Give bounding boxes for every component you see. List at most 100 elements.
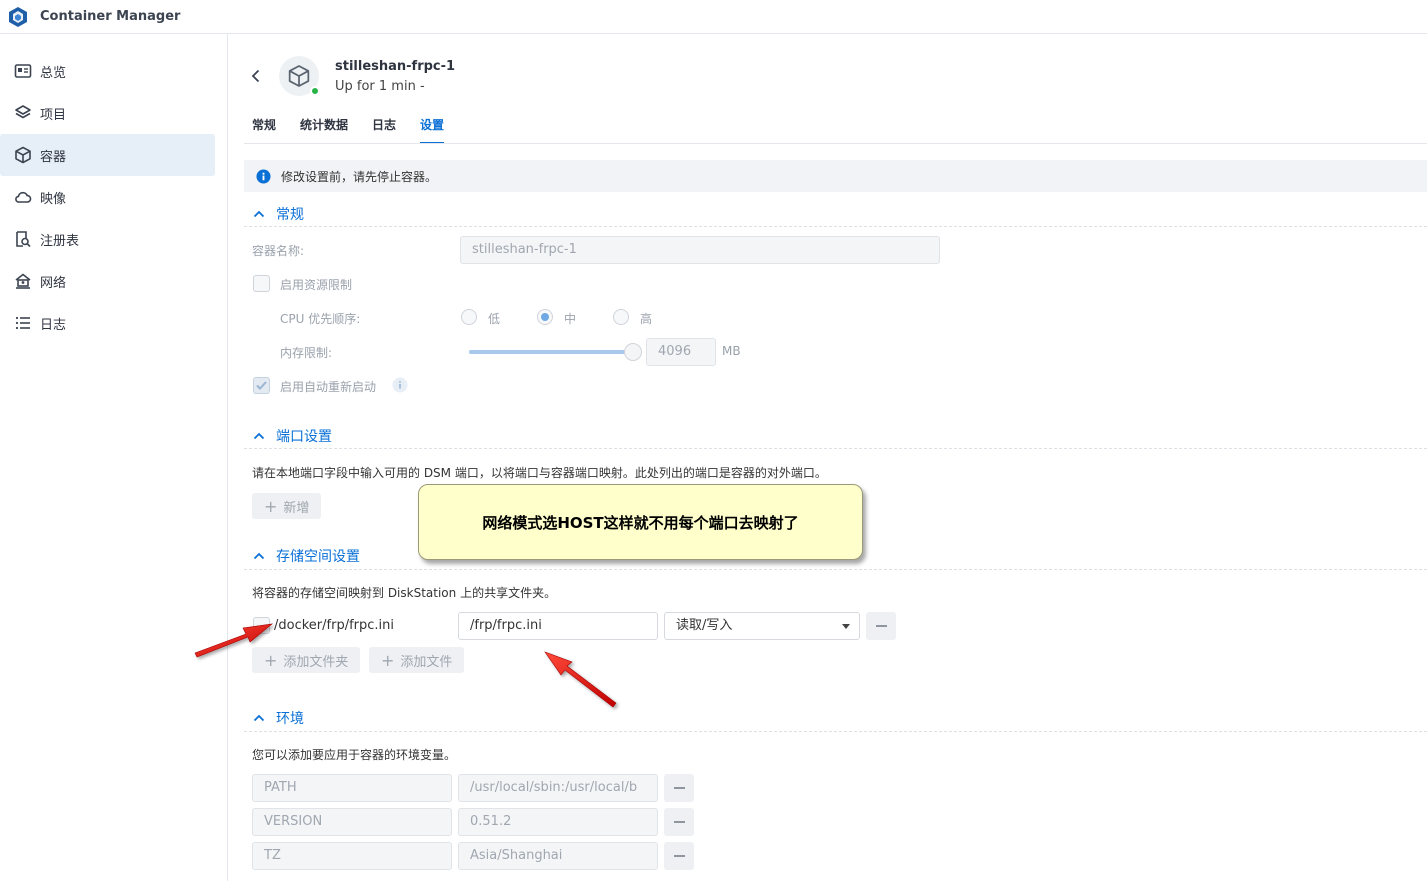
sidebar-item-label: 网络 (40, 275, 67, 291)
tab-divider (244, 143, 1427, 144)
remove-env-button[interactable] (664, 842, 694, 870)
cpu-option-high-label: 高 (640, 312, 653, 326)
add-file-label: 添加文件 (400, 654, 453, 670)
add-folder-button[interactable]: + 添加文件夹 (252, 647, 361, 673)
mount-mode-select[interactable]: 读取/写入 (664, 612, 860, 640)
remove-env-button[interactable] (664, 774, 694, 802)
section-divider (244, 448, 1427, 449)
container-path-input[interactable]: /frp/frpc.ini (458, 612, 658, 640)
overview-icon (14, 64, 32, 78)
sidebar-item-label: 容器 (40, 149, 67, 165)
sidebar: 总览 项目 容器 映像 注册表 网络 日志 (0, 34, 228, 881)
title-bar: Container Manager (0, 0, 1427, 34)
sidebar-item-label: 项目 (40, 107, 67, 123)
container-icon (15, 146, 31, 164)
sidebar-item-image[interactable]: 映像 (0, 176, 215, 218)
resource-limit-checkbox[interactable] (253, 275, 270, 292)
container-avatar (279, 56, 320, 96)
sidebar-item-label: 注册表 (40, 233, 80, 249)
section-ports-header[interactable]: 端口设置 (252, 426, 1427, 446)
sidebar-item-overview[interactable]: 总览 (0, 50, 215, 92)
host-path-text: /docker/frp/frpc.ini (274, 618, 394, 633)
env-value-input[interactable]: 0.51.2 (458, 808, 658, 836)
container-name: stilleshan-frpc-1 (335, 58, 456, 74)
running-status-dot (310, 86, 320, 96)
memory-slider[interactable] (469, 340, 642, 364)
sidebar-item-container[interactable]: 容器 (0, 134, 215, 176)
info-icon (256, 168, 271, 184)
section-title: 存储空间设置 (276, 549, 360, 565)
sidebar-item-registry[interactable]: 注册表 (0, 218, 215, 260)
sidebar-item-network[interactable]: 网络 (0, 260, 215, 302)
cpu-priority-high-radio[interactable] (613, 309, 629, 325)
memory-limit-label: 内存限制: (280, 346, 333, 360)
add-port-label: 新增 (283, 500, 310, 516)
mount-mode-value: 读取/写入 (676, 618, 733, 633)
checkmark-icon (256, 381, 267, 390)
section-title: 常规 (276, 207, 304, 223)
app-title: Container Manager (40, 9, 181, 24)
section-title: 端口设置 (276, 429, 332, 445)
annotation-callout: 网络模式选HOST这样就不用每个端口去映射了 (418, 484, 863, 560)
chevron-up-icon (253, 210, 265, 218)
network-house-icon (15, 273, 31, 289)
remove-storage-button[interactable] (866, 612, 896, 640)
registry-search-icon (16, 231, 31, 248)
plus-icon: + (264, 496, 278, 516)
section-general-header[interactable]: 常规 (252, 204, 1427, 224)
add-file-button[interactable]: + 添加文件 (369, 647, 465, 673)
cpu-priority-medium-radio[interactable] (537, 309, 553, 325)
memory-slider-thumb[interactable] (624, 343, 642, 361)
remove-env-button[interactable] (664, 808, 694, 836)
section-environment-header[interactable]: 环境 (252, 708, 1427, 728)
section-divider (244, 731, 1427, 732)
resource-limit-label: 启用资源限制 (280, 278, 353, 292)
sidebar-item-log[interactable]: 日志 (0, 302, 215, 344)
container-manager-logo-icon (9, 6, 27, 27)
cpu-option-low-label: 低 (488, 312, 501, 326)
container-header: stilleshan-frpc-1 Up for 1 min - (247, 46, 455, 106)
back-arrow-icon[interactable] (247, 67, 265, 85)
ports-description: 请在本地端口字段中输入可用的 DSM 端口，以将端口与容器端口映射。此处列出的端… (252, 466, 827, 480)
section-title: 环境 (276, 711, 304, 727)
plus-icon: + (381, 650, 395, 670)
environment-description: 您可以添加要应用于容器的环境变量。 (252, 748, 457, 762)
env-key-input[interactable]: VERSION (252, 808, 452, 836)
memory-unit-label: MB (722, 344, 741, 358)
env-key-input[interactable]: PATH (252, 774, 452, 802)
auto-restart-label: 启用自动重新启动 (280, 380, 377, 394)
layers-icon (15, 105, 31, 119)
notice-text: 修改设置前，请先停止容器。 (281, 169, 438, 184)
sidebar-item-label: 日志 (40, 317, 67, 333)
sidebar-item-label: 总览 (40, 65, 67, 81)
env-value-input[interactable]: Asia/Shanghai (458, 842, 658, 870)
env-value-input[interactable]: /usr/local/sbin:/usr/local/b (458, 774, 658, 802)
tab-bar: 常规 统计数据 日志 设置 (252, 106, 468, 144)
add-port-button[interactable]: + 新增 (252, 493, 322, 519)
sidebar-item-label: 映像 (40, 191, 67, 207)
info-tooltip-icon[interactable] (392, 377, 408, 393)
container-icon (288, 65, 310, 87)
cpu-priority-low-radio[interactable] (461, 309, 477, 325)
sidebar-item-project[interactable]: 项目 (0, 92, 215, 134)
cloud-icon (15, 191, 32, 203)
tab-settings[interactable]: 设置 (420, 106, 445, 144)
storage-row-checkbox[interactable] (253, 617, 270, 634)
container-manager-window: Container Manager 总览 项目 容器 映像 注册表 网络 日志 … (0, 0, 1427, 881)
tab-log[interactable]: 日志 (372, 106, 396, 144)
auto-restart-checkbox[interactable] (253, 377, 270, 394)
memory-slider-fill (469, 350, 633, 354)
env-key-input[interactable]: TZ (252, 842, 452, 870)
container-name-input[interactable]: stilleshan-frpc-1 (460, 236, 940, 264)
memory-limit-input[interactable]: 4096 (646, 338, 716, 366)
chevron-up-icon (253, 432, 265, 440)
container-name-label: 容器名称: (252, 244, 305, 258)
main-panel: stilleshan-frpc-1 Up for 1 min - 常规 统计数据… (229, 34, 1427, 881)
storage-description: 将容器的存储空间映射到 DiskStation 上的共享文件夹。 (252, 586, 557, 600)
notice-banner: 修改设置前，请先停止容器。 (244, 160, 1427, 192)
plus-icon: + (264, 650, 278, 670)
tab-statistics[interactable]: 统计数据 (300, 106, 348, 144)
chevron-up-icon (253, 552, 265, 560)
chevron-up-icon (253, 714, 265, 722)
tab-general[interactable]: 常规 (252, 106, 276, 144)
